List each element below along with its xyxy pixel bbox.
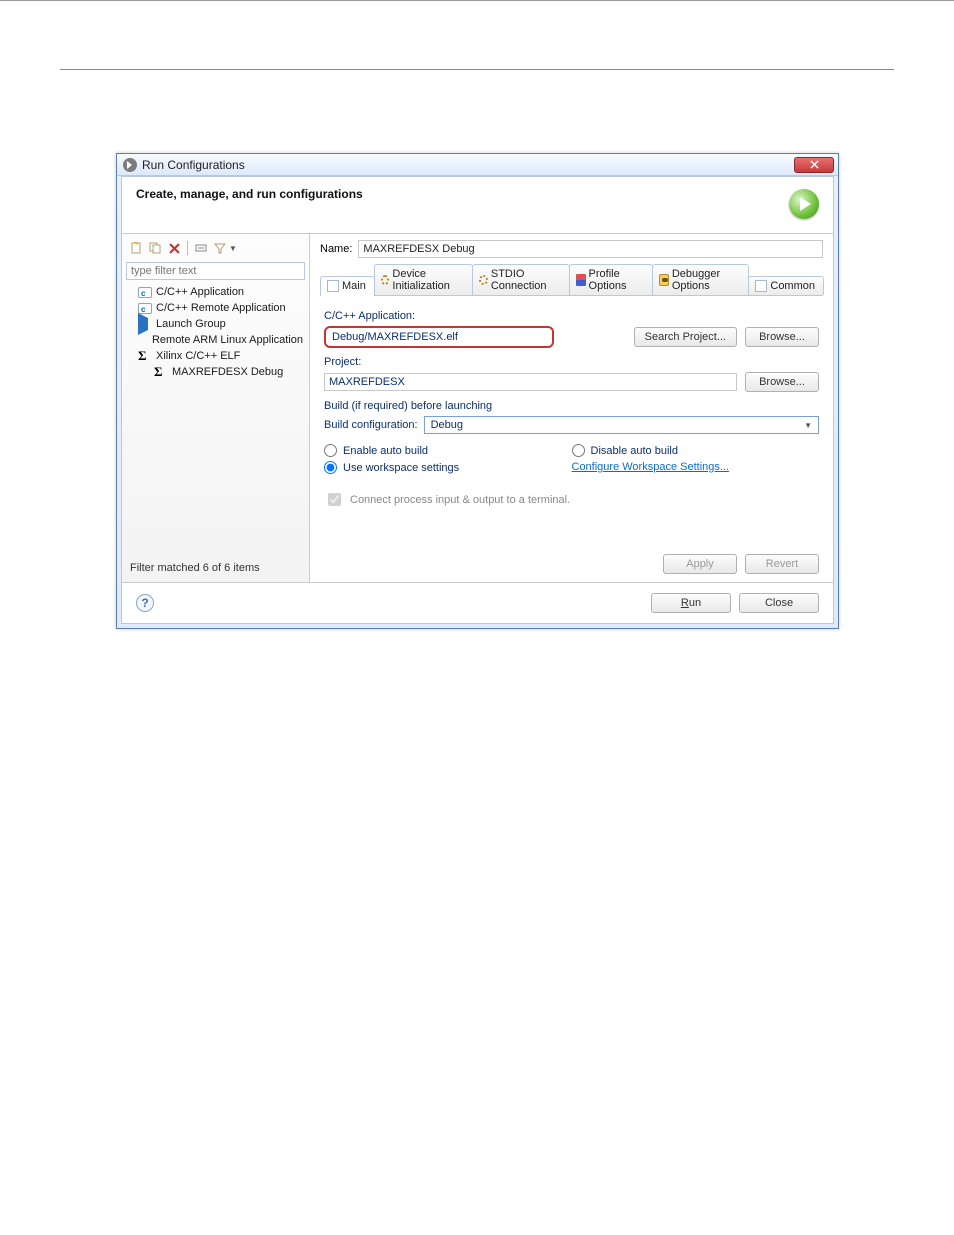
collapse-all-icon[interactable] <box>193 240 209 256</box>
browse-project-button[interactable]: Browse... <box>745 372 819 392</box>
enable-auto-build-input[interactable] <box>324 444 337 457</box>
window-close-button[interactable] <box>794 157 834 173</box>
apply-button[interactable]: Apply <box>663 554 737 574</box>
tree-item-launch-group[interactable]: Launch Group <box>128 316 305 332</box>
run-icon <box>123 158 137 172</box>
page-top-divider <box>60 69 894 70</box>
tree-item-maxrefdesx-debug[interactable]: Σ MAXREFDESX Debug <box>128 364 305 380</box>
tree-label: C/C++ Application <box>156 286 244 298</box>
sigma-icon: Σ <box>154 366 168 378</box>
run-configurations-dialog: Run Configurations Create, manage, and r… <box>116 153 839 629</box>
connect-terminal-label: Connect process input & output to a term… <box>350 494 570 506</box>
filter-dropdown-icon[interactable]: ▼ <box>229 244 237 253</box>
chevron-down-icon: ▼ <box>804 421 812 430</box>
titlebar[interactable]: Run Configurations <box>117 154 838 176</box>
tab-common[interactable]: Common <box>748 276 824 295</box>
dialog-subtitle: Create, manage, and run configurations <box>136 187 789 201</box>
left-pane: ▼ C/C++ Application C/C++ Remote Applica… <box>122 234 310 582</box>
build-config-value: Debug <box>431 419 463 431</box>
browse-app-button[interactable]: Browse... <box>745 327 819 347</box>
tree-item-xilinx-elf[interactable]: Σ Xilinx C/C++ ELF <box>128 348 305 364</box>
new-config-icon[interactable] <box>128 240 144 256</box>
filter-icon[interactable] <box>212 240 228 256</box>
project-label: Project: <box>324 356 819 368</box>
configure-workspace-link[interactable]: Configure Workspace Settings... <box>572 461 730 473</box>
name-input[interactable] <box>358 240 823 258</box>
tab-profile-options[interactable]: Profile Options <box>569 264 653 295</box>
use-workspace-radio[interactable]: Use workspace settings <box>324 461 572 474</box>
tree-item-c-app[interactable]: C/C++ Application <box>128 284 305 300</box>
use-workspace-input[interactable] <box>324 461 337 474</box>
doc-icon <box>327 280 339 292</box>
tab-device-initialization[interactable]: Device Initialization <box>374 264 473 295</box>
right-pane: Name: Main Device Initialization STDIO Con… <box>310 234 833 582</box>
radio-label: Use workspace settings <box>343 462 459 474</box>
com-icon <box>755 280 767 292</box>
build-config-label: Build configuration: <box>324 419 418 431</box>
run-button[interactable]: Run <box>651 593 731 613</box>
tab-label: Common <box>770 280 815 292</box>
run-button-rest: un <box>689 597 701 609</box>
tab-label: STDIO Connection <box>491 268 561 292</box>
cpp-app-label: C/C++ Application: <box>324 310 819 322</box>
config-tree[interactable]: C/C++ Application C/C++ Remote Applicati… <box>126 284 305 380</box>
revert-button[interactable]: Revert <box>745 554 819 574</box>
c-app-icon <box>138 303 152 314</box>
tree-label: C/C++ Remote Application <box>156 302 286 314</box>
tree-label: Launch Group <box>156 318 226 330</box>
tree-label: Xilinx C/C++ ELF <box>156 350 240 362</box>
enable-auto-build-radio[interactable]: Enable auto build <box>324 444 572 457</box>
tree-item-c-remote[interactable]: C/C++ Remote Application <box>128 300 305 316</box>
sigma-icon: Σ <box>138 350 152 362</box>
tab-label: Device Initialization <box>392 268 464 292</box>
close-icon <box>810 160 819 169</box>
radio-label: Enable auto build <box>343 445 428 457</box>
cpp-app-input[interactable] <box>324 326 554 348</box>
build-config-select[interactable]: Debug ▼ <box>424 416 819 434</box>
tab-stdio-connection[interactable]: STDIO Connection <box>472 264 570 295</box>
filter-status: Filter matched 6 of 6 items <box>126 556 305 576</box>
tabs: Main Device Initialization STDIO Connectio… <box>320 264 823 296</box>
c-app-icon <box>138 287 152 298</box>
toolbar-separator <box>187 241 188 255</box>
tree-item-arm-linux[interactable]: Remote ARM Linux Application <box>128 332 305 348</box>
prof-icon <box>576 274 585 286</box>
tab-label: Main <box>342 280 366 292</box>
connect-terminal-checkbox <box>328 493 341 506</box>
name-label: Name: <box>320 243 352 255</box>
dialog-header: Create, manage, and run configurations <box>122 177 833 234</box>
tab-main[interactable]: Main <box>320 276 375 296</box>
project-input[interactable] <box>324 373 737 391</box>
window-title: Run Configurations <box>142 158 245 172</box>
search-project-button[interactable]: Search Project... <box>634 327 737 347</box>
close-button[interactable]: Close <box>739 593 819 613</box>
tree-label: MAXREFDESX Debug <box>172 366 283 378</box>
tab-label: Debugger Options <box>672 268 741 292</box>
help-button[interactable]: ? <box>136 594 154 612</box>
run-badge-icon <box>789 189 819 219</box>
tree-label: Remote ARM Linux Application <box>152 334 303 346</box>
disable-auto-build-input[interactable] <box>572 444 585 457</box>
radio-label: Disable auto build <box>591 445 678 457</box>
main-tab-panel: C/C++ Application: Search Project... Bro… <box>320 296 823 548</box>
tab-label: Profile Options <box>589 268 645 292</box>
delete-config-icon[interactable] <box>166 240 182 256</box>
gear-icon <box>381 275 390 285</box>
tab-debugger-options[interactable]: Debugger Options <box>652 264 749 295</box>
filter-input[interactable] <box>126 262 305 280</box>
launch-group-icon <box>138 313 148 335</box>
disable-auto-build-radio[interactable]: Disable auto build <box>572 444 820 457</box>
left-toolbar: ▼ <box>126 238 305 260</box>
conn-icon <box>479 275 488 285</box>
bug-icon <box>659 274 669 286</box>
build-section-label: Build (if required) before launching <box>324 400 819 412</box>
duplicate-config-icon[interactable] <box>147 240 163 256</box>
